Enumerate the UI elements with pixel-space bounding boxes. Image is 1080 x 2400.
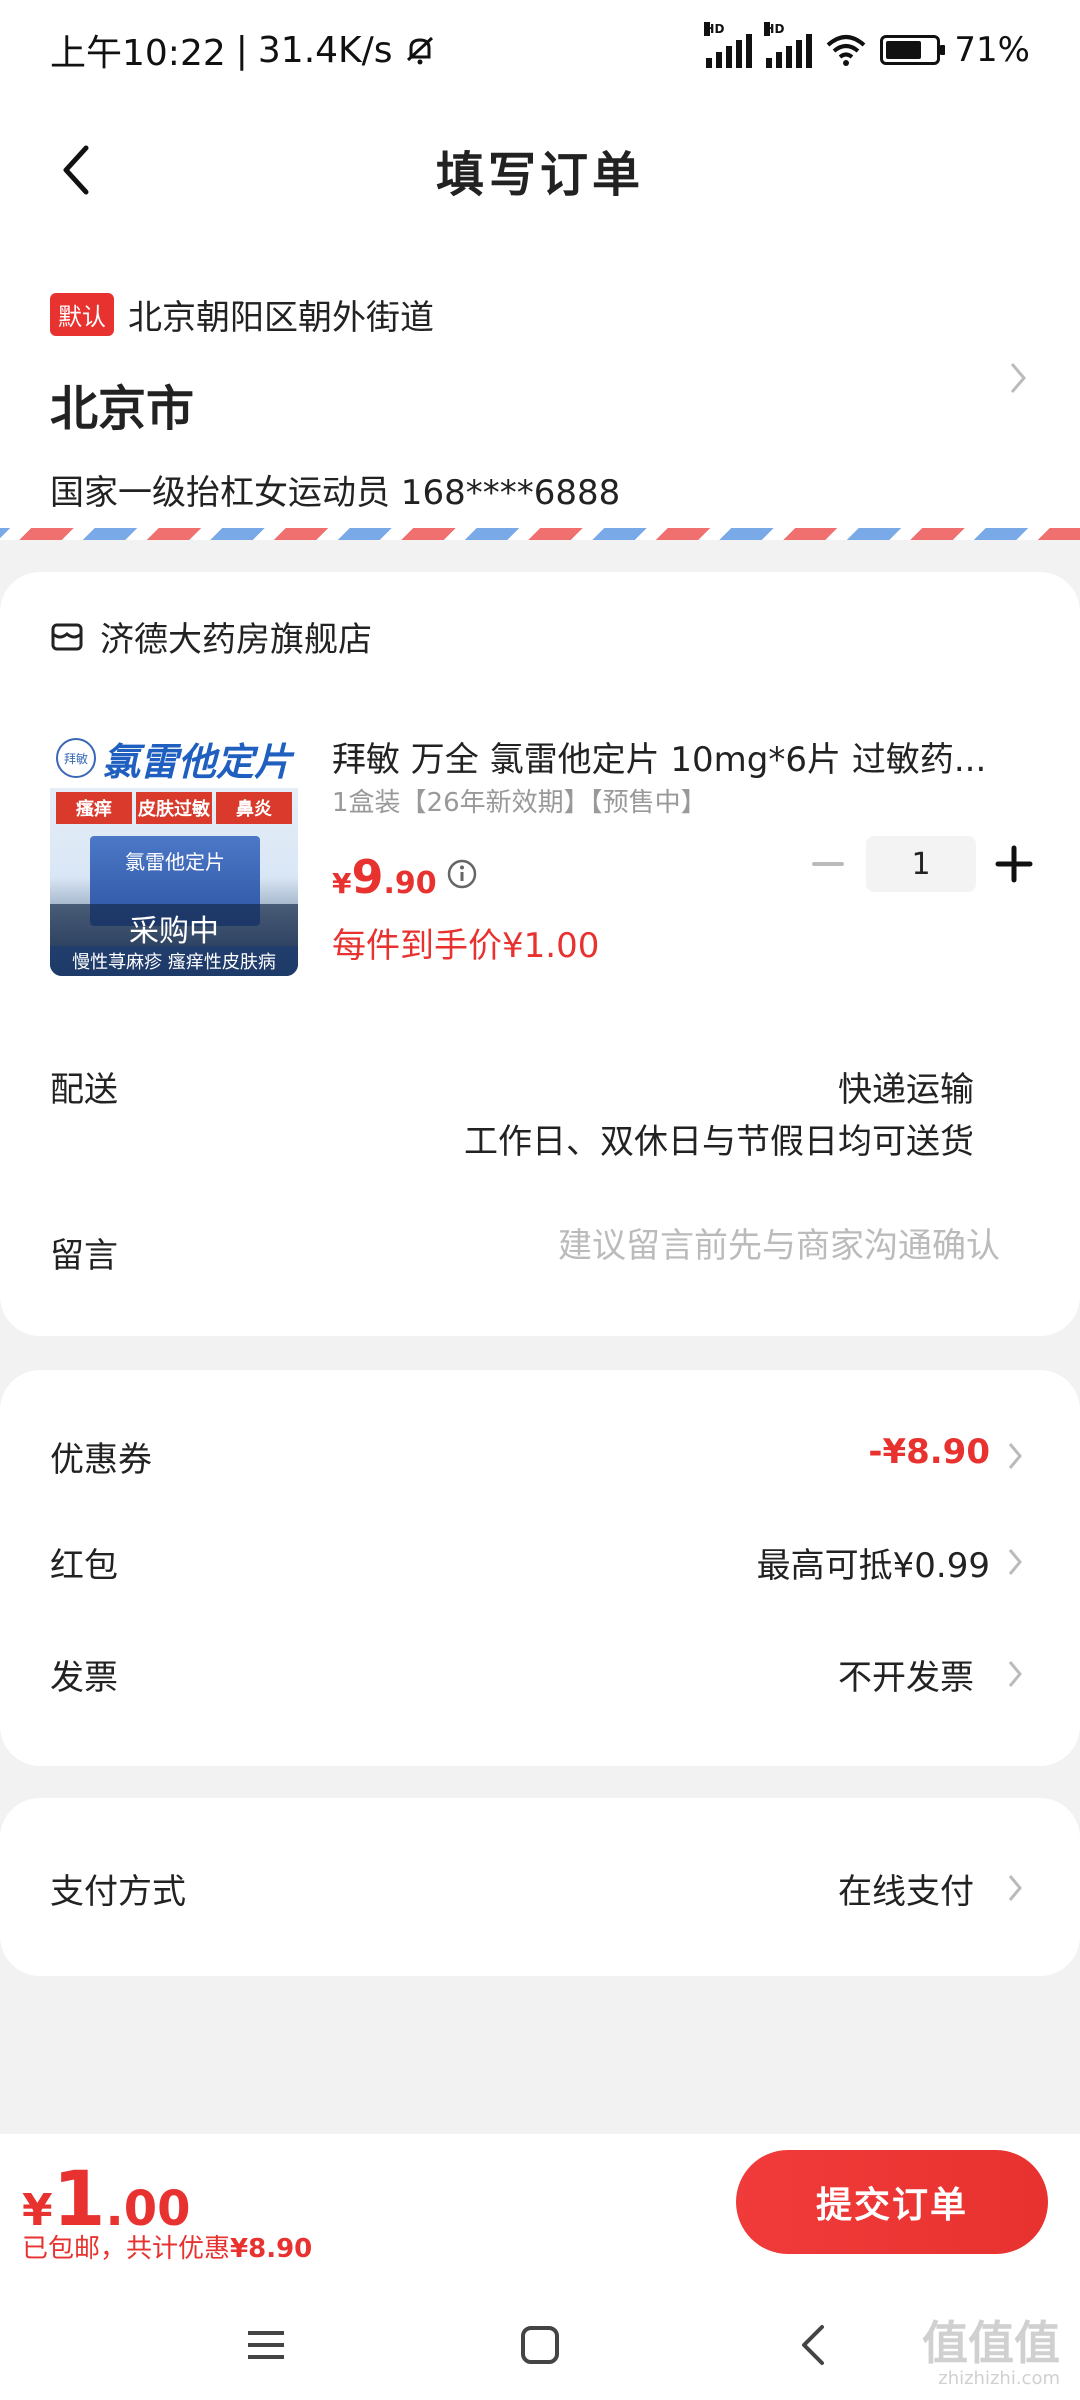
menu-icon[interactable] (244, 2323, 288, 2367)
submit-order-button[interactable]: 提交订单 (736, 2150, 1048, 2254)
note-label: 留言 (50, 1236, 118, 1276)
default-badge: 默认 (50, 293, 114, 336)
payment-label: 支付方式 (50, 1872, 186, 1912)
payment-value: 在线支付 (838, 1872, 974, 1912)
wifi-icon (827, 35, 866, 66)
discount-card: 优惠券 -¥8.90 红包 最高可抵¥0.99 发票 不开发票 (0, 1370, 1080, 1766)
quantity-input[interactable]: 1 (866, 836, 976, 892)
page-title: 填写订单 (435, 147, 644, 203)
watermark-logo: 值值值 zhizhizhi.com (922, 2320, 1060, 2388)
info-icon[interactable] (446, 858, 478, 890)
plus-icon[interactable] (992, 842, 1036, 886)
product-image-tag: 瘙痒 (56, 792, 132, 824)
battery-icon (880, 35, 946, 65)
chevron-right-icon (1010, 363, 1026, 393)
invoice-row[interactable]: 发票 不开发票 (0, 1628, 1080, 1718)
signal-icon: HD (704, 22, 753, 68)
final-unit-price: 每件到手价¥1.00 (332, 926, 600, 966)
store-card: 济德大药房旗舰店 拜敏 氯雷他定片 瘙痒 皮肤过敏 鼻炎 氯雷他定片 采购中 慢… (0, 572, 1080, 1336)
product-image-tag: 皮肤过敏 (136, 792, 212, 824)
product-image-name: 氯雷他定片 (102, 739, 293, 784)
airmail-border (0, 528, 1080, 540)
invoice-value: 不开发票 (838, 1658, 974, 1698)
invoice-label: 发票 (50, 1658, 118, 1698)
red-packet-row[interactable]: 红包 最高可抵¥0.99 (0, 1516, 1080, 1606)
price-currency: ¥ (332, 867, 352, 900)
status-divider: | (235, 29, 248, 71)
delivery-note: 工作日、双休日与节假日均可送货 (464, 1122, 974, 1162)
saved-amount: ¥8.90 (230, 2234, 313, 2264)
page-header: 填写订单 (0, 100, 1080, 240)
product-image-footer: 慢性荨麻疹 瘙痒性皮肤病 (50, 946, 298, 976)
price-integer: 9 (351, 850, 384, 904)
purchasing-label: 采购中 (129, 914, 219, 949)
system-nav-bar (0, 2290, 1080, 2400)
network-speed: 31.4K/s (257, 29, 393, 71)
coupon-value: -¥8.90 (868, 1432, 990, 1472)
chevron-right-icon (1008, 1443, 1022, 1469)
back-arrow-icon[interactable] (50, 140, 110, 200)
product-image-tag: 鼻炎 (216, 792, 292, 824)
address-card[interactable]: 默认 北京朝阳区朝外街道 北京市 国家一级抬杠女运动员 168****6888 (0, 240, 1080, 540)
product-price: ¥ 9 .90 (332, 850, 437, 904)
mute-bell-icon (406, 36, 433, 65)
shipping-note: 已包邮，共计优惠 (22, 2234, 231, 2264)
address-street: 北京朝阳区朝外街道 (128, 298, 434, 338)
product-spec: 1盒装【26年新效期】【预售中】 (332, 788, 707, 818)
home-icon[interactable] (518, 2323, 562, 2367)
red-packet-value: 最高可抵¥0.99 (756, 1546, 990, 1586)
note-input[interactable] (400, 1222, 1000, 1270)
address-city: 北京市 (50, 381, 195, 437)
store-name: 济德大药房旗舰店 (100, 620, 372, 660)
watermark-text: 值值值 (922, 2316, 1060, 2370)
status-bar: 上午10:22 | 31.4K/s HD HD 71% (0, 0, 1080, 100)
back-nav-icon[interactable] (792, 2323, 836, 2367)
battery-fill (886, 41, 921, 59)
chevron-right-icon (1008, 1661, 1022, 1687)
delivery-label: 配送 (50, 1070, 118, 1110)
brand-logo-icon: 拜敏 (56, 738, 96, 778)
product-title[interactable]: 拜敏 万全 氯雷他定片 10mg*6片 过敏药... (332, 732, 1032, 781)
battery-percent: 71% (954, 30, 1030, 70)
payment-row[interactable]: 支付方式 在线支付 (0, 1842, 1080, 1932)
product-image[interactable]: 拜敏 氯雷他定片 瘙痒 皮肤过敏 鼻炎 氯雷他定片 采购中 慢性荨麻疹 瘙痒性皮… (50, 728, 298, 976)
watermark-url: zhizhizhi.com (938, 2368, 1060, 2389)
coupon-row[interactable]: 优惠券 -¥8.90 (0, 1410, 1080, 1500)
chevron-right-icon (1008, 1875, 1022, 1901)
coupon-label: 优惠券 (50, 1440, 152, 1480)
savings-note: 已包邮，共计优惠¥8.90 (22, 2228, 312, 2265)
red-packet-label: 红包 (50, 1546, 118, 1586)
address-contact: 国家一级抬杠女运动员 168****6888 (50, 473, 621, 513)
payment-card: 支付方式 在线支付 (0, 1798, 1080, 1976)
minus-icon[interactable] (808, 844, 848, 884)
store-icon (51, 623, 83, 650)
price-decimal: .90 (383, 866, 437, 901)
chevron-right-icon (1008, 1549, 1022, 1575)
signal-icon-2: HD (764, 22, 813, 68)
delivery-method: 快递运输 (838, 1070, 974, 1110)
status-time: 上午10:22 (50, 33, 226, 74)
